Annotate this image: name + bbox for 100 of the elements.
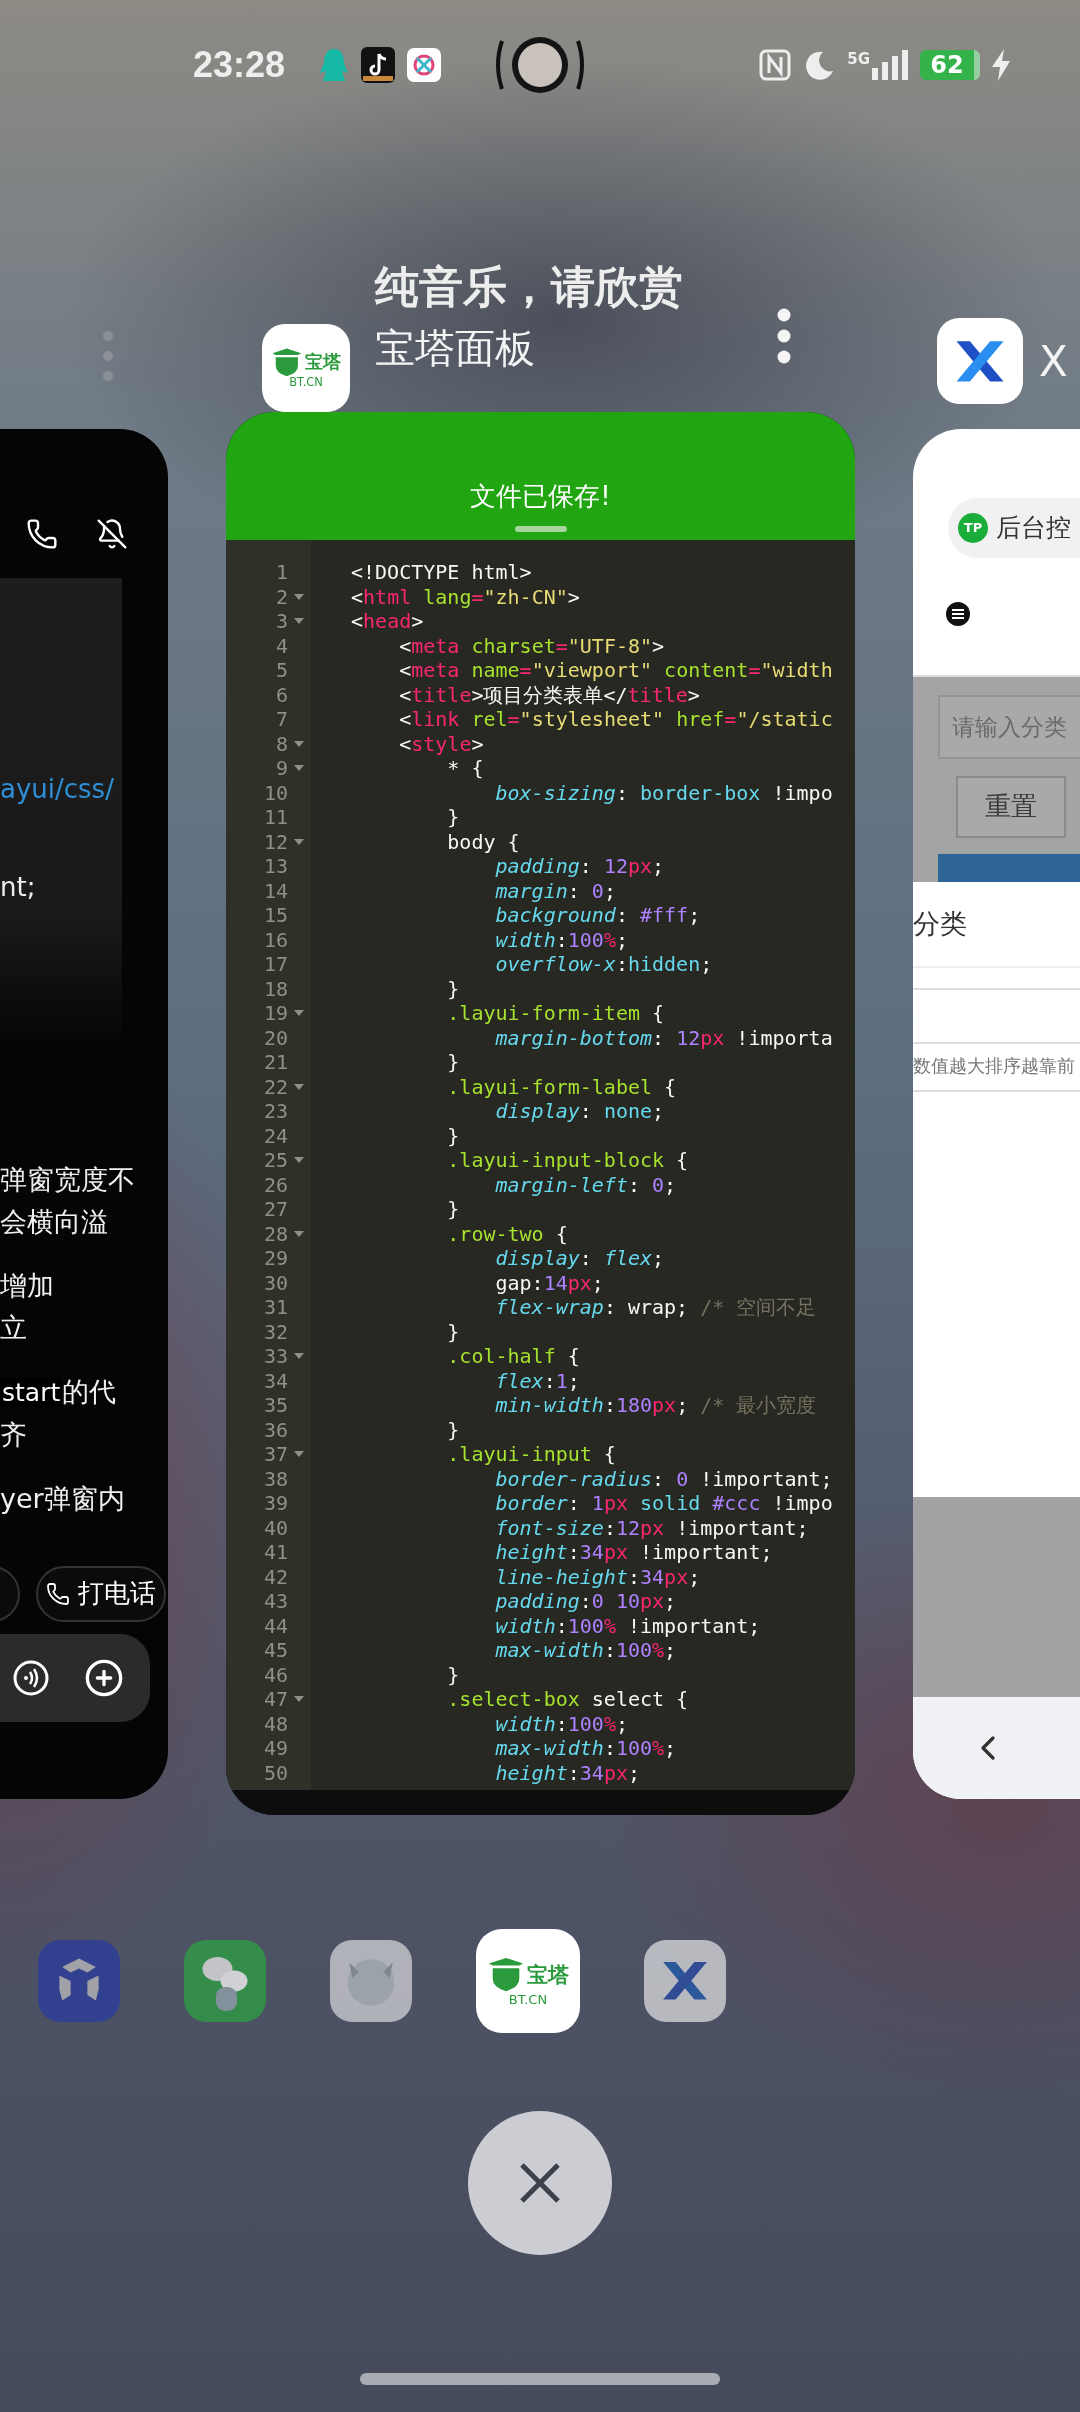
message-text: 弹窗宽度不: [0, 1162, 136, 1197]
hint-text: 数值越大排序越靠前: [913, 1053, 1080, 1092]
code-line: width:100%;: [494, 927, 629, 952]
line-number: 30: [262, 1270, 288, 1295]
line-number: 32: [262, 1319, 288, 1344]
code-line: }: [446, 1319, 461, 1344]
code-line: gap:14px;: [494, 1270, 605, 1295]
app-icon[interactable]: [38, 1940, 120, 2022]
signal-icon: [872, 50, 908, 80]
line-number: 5: [274, 658, 288, 683]
line-number: 31: [262, 1295, 288, 1320]
line-number: 49: [262, 1736, 288, 1761]
cut-off-button[interactable]: [938, 853, 1080, 882]
line-number: 17: [262, 952, 288, 977]
nfc-icon: [759, 49, 792, 81]
code-line: <!DOCTYPE html>: [351, 560, 533, 585]
message-text: 会横向溢: [0, 1204, 109, 1239]
code-line: <head>: [351, 609, 425, 634]
code-line: max-width:100%;: [494, 1638, 678, 1663]
x-app-icon[interactable]: [644, 1940, 726, 2022]
fold-arrow-icon[interactable]: [294, 739, 304, 748]
code-line: margin-left: 0;: [494, 1172, 678, 1197]
short-video-notification-icon: [361, 47, 396, 83]
fold-arrow-icon[interactable]: [294, 592, 304, 601]
line-number: 33: [262, 1344, 288, 1369]
line-number: 12: [262, 829, 288, 854]
code-line: min-width:180px; /* 最小宽度: [494, 1393, 818, 1418]
line-number: 19: [262, 1001, 288, 1026]
add-icon[interactable]: [84, 1657, 124, 1698]
line-number: 47: [262, 1687, 288, 1712]
app-preview-card[interactable]: ayui/css/ nt; 弹窗宽度不 会横向溢 增加 立 start的代 齐 yer弹窗内 打电话: [0, 428, 168, 1799]
code-editor-card[interactable]: [226, 412, 855, 1815]
line-number: 25: [262, 1148, 288, 1173]
line-number: 48: [262, 1711, 288, 1736]
code-text: nt;: [0, 871, 37, 902]
code-line: line-height:34px;: [494, 1564, 702, 1589]
line-number: 23: [262, 1099, 288, 1124]
line-number: 20: [262, 1025, 288, 1050]
chat-app-icon[interactable]: [184, 1940, 266, 2022]
code-line: overflow-x:hidden;: [494, 952, 714, 977]
x-app-icon[interactable]: [937, 318, 1023, 404]
code-line: <style>: [398, 731, 485, 756]
line-number: 44: [262, 1613, 288, 1638]
fold-arrow-icon[interactable]: [294, 1450, 304, 1459]
line-number: 16: [262, 927, 288, 952]
app-preview-card[interactable]: TP 后台控 请输入分类 重置 分类 数值越大排序越靠前: [913, 428, 1080, 1799]
code-line: margin-bottom: 12px !importa: [494, 1025, 833, 1050]
code-line: <html lang="zh-CN">: [351, 584, 581, 609]
code-line: flex:1;: [494, 1368, 581, 1393]
phone-icon[interactable]: [26, 517, 58, 550]
menu-icon[interactable]: [946, 601, 970, 626]
fold-arrow-icon[interactable]: [294, 837, 304, 846]
code-line: }: [446, 1197, 461, 1222]
code-line: width:100% !important;: [494, 1613, 762, 1638]
code-line: .col-half {: [446, 1344, 581, 1369]
code-line: box-sizing: border-box !impo: [494, 780, 833, 805]
code-line: display: none;: [494, 1099, 666, 1124]
browser-tab[interactable]: TP 后台控: [948, 497, 1080, 558]
call-button[interactable]: 打电话: [36, 1565, 166, 1622]
code-line: }: [446, 1662, 461, 1687]
code-line: * {: [446, 756, 485, 781]
fold-arrow-icon[interactable]: [294, 1082, 304, 1091]
fold-arrow-icon[interactable]: [294, 617, 304, 626]
search-field[interactable]: 请输入分类: [938, 694, 1080, 759]
voice-icon[interactable]: [12, 1658, 50, 1697]
baota-app-icon[interactable]: 宝塔 BT.CN: [262, 324, 350, 412]
line-number: 24: [262, 1123, 288, 1148]
close-icon: [518, 2161, 562, 2205]
baota-app-icon[interactable]: 宝塔 BT.CN: [476, 1929, 580, 2033]
code-line: .layui-input {: [446, 1442, 617, 1467]
fold-arrow-icon[interactable]: [294, 1229, 304, 1238]
fold-arrow-icon[interactable]: [294, 1156, 304, 1165]
fold-arrow-icon[interactable]: [294, 1009, 304, 1018]
app-name: X: [1039, 337, 1068, 386]
fold-arrow-icon[interactable]: [294, 1352, 304, 1361]
code-line: display: flex;: [494, 1246, 666, 1271]
line-number: 45: [262, 1638, 288, 1663]
line-number: 8: [274, 731, 288, 756]
line-number: 50: [262, 1760, 288, 1785]
line-number: 37: [262, 1442, 288, 1467]
reset-button[interactable]: 重置: [956, 775, 1066, 838]
fold-arrow-icon[interactable]: [294, 1695, 304, 1704]
penguin-notification-icon: [319, 47, 350, 83]
line-number: 27: [262, 1197, 288, 1222]
code-line: .row-two {: [446, 1221, 569, 1246]
more-options-icon[interactable]: [775, 308, 793, 364]
mute-icon[interactable]: [96, 517, 128, 550]
line-number: 38: [262, 1466, 288, 1491]
line-number: 1: [274, 560, 288, 585]
code-line: max-width:100%;: [494, 1736, 678, 1761]
code-line: .layui-form-label {: [446, 1074, 678, 1099]
code-line: border: 1px solid #ccc !impo: [494, 1491, 833, 1516]
line-number: 42: [262, 1564, 288, 1589]
line-number: 6: [274, 682, 288, 707]
character-app-icon[interactable]: [330, 1940, 412, 2022]
fold-arrow-icon[interactable]: [294, 764, 304, 773]
phone-icon: [46, 1581, 70, 1606]
message-text: start的代: [0, 1374, 118, 1409]
line-number: 11: [262, 805, 288, 830]
line-number: 28: [262, 1221, 288, 1246]
